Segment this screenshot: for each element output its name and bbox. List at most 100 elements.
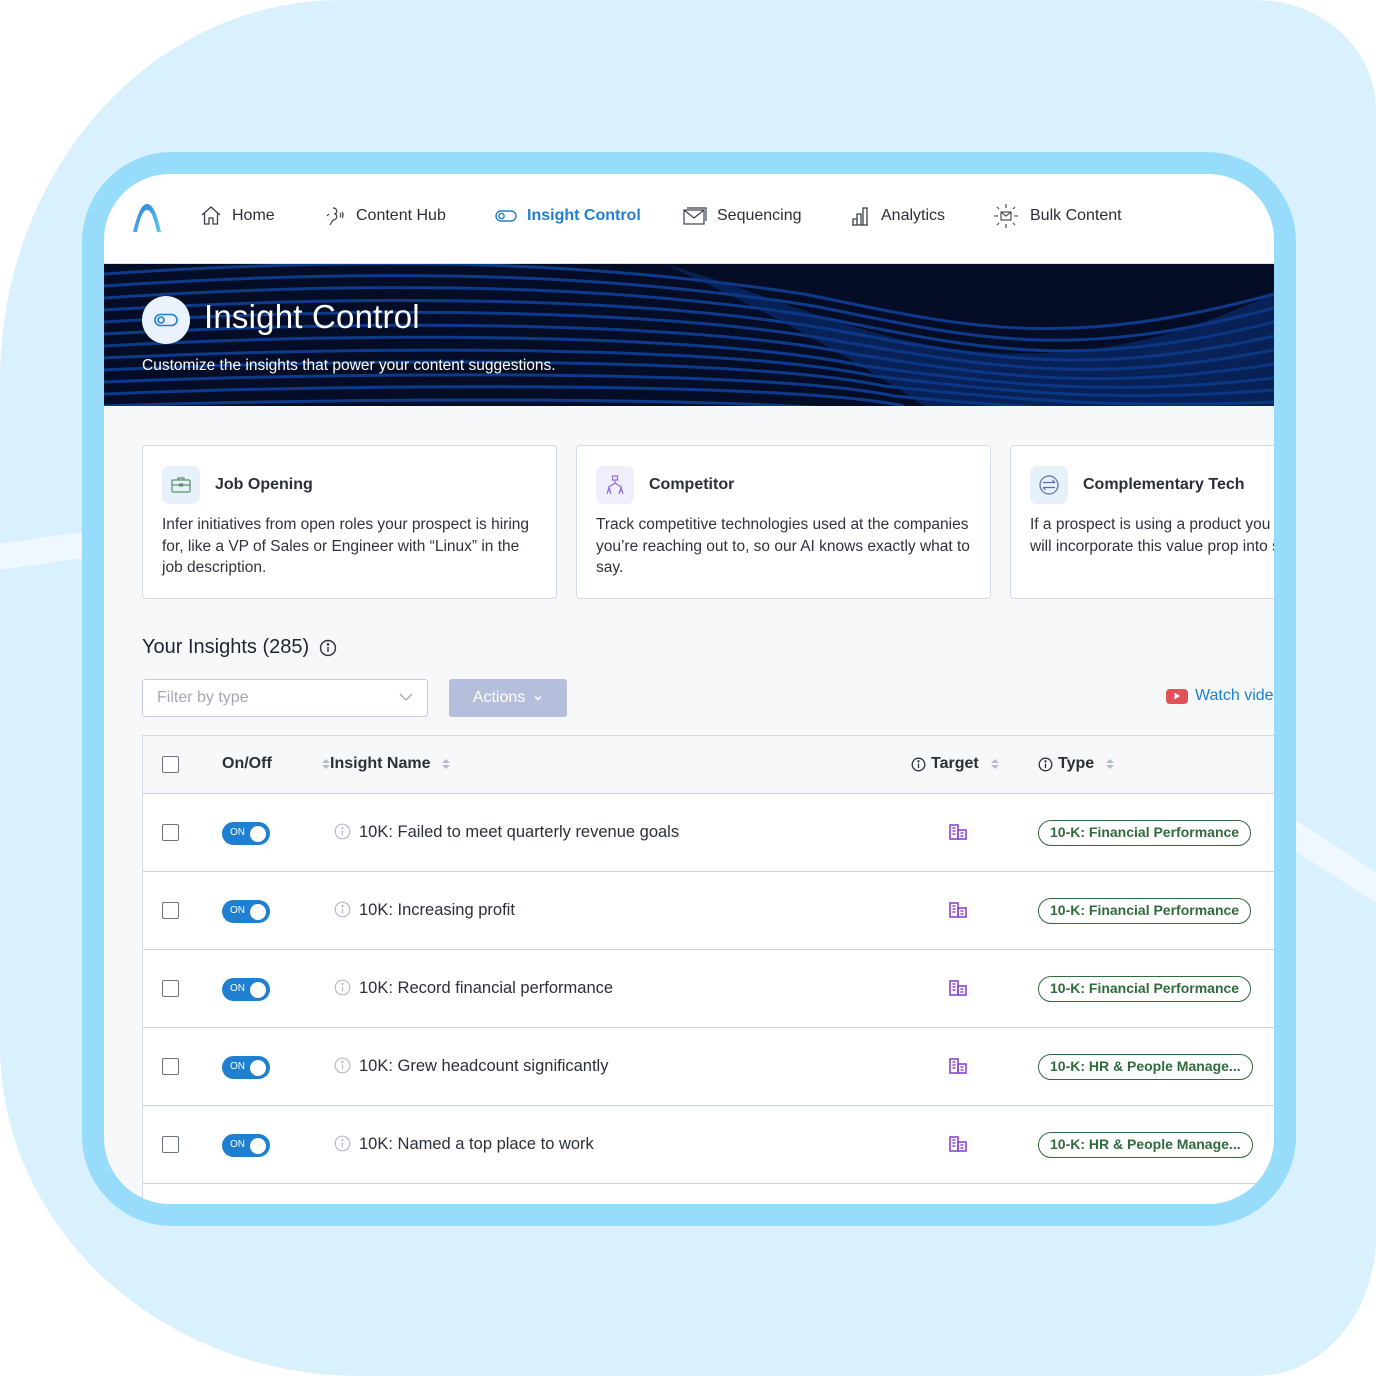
card-title: Complementary Tech (1083, 476, 1245, 493)
sort-icon[interactable] (442, 759, 451, 769)
info-icon[interactable] (334, 823, 351, 840)
toggle-knob (250, 825, 266, 842)
column-header-type[interactable]: Type (1038, 755, 1115, 773)
table-row[interactable]: ON 10K: Record financial performance 10-… (143, 950, 1274, 1028)
insight-on-off-toggle[interactable]: ON (222, 900, 270, 923)
column-header-on-off[interactable]: On/Off (222, 755, 330, 773)
nav-label: Content Hub (356, 207, 446, 224)
info-icon[interactable] (334, 979, 351, 996)
company-building-icon (949, 1136, 967, 1152)
insight-name: 10K: Grew headcount significantly (359, 1057, 609, 1075)
column-label: Insight Name (330, 755, 431, 772)
insights-heading: Your Insights (285) (142, 636, 337, 659)
nav-item-bulk-content[interactable]: Bulk Content (992, 204, 1122, 228)
column-header-target[interactable]: Target (911, 755, 999, 773)
brand-logo[interactable] (130, 200, 164, 234)
bulk-mail-icon (994, 204, 1018, 228)
nav-item-home[interactable]: Home (200, 204, 275, 228)
actions-button[interactable]: Actions (449, 679, 567, 717)
column-header-insight-name[interactable]: Insight Name (330, 755, 451, 773)
banner-icon (142, 296, 190, 344)
toggle-label: ON (230, 827, 245, 838)
insight-on-off-toggle[interactable]: ON (222, 822, 270, 845)
insight-type-badge: 10-K: Financial Performance (1038, 976, 1252, 1002)
info-icon[interactable] (319, 639, 337, 657)
insight-on-off-toggle[interactable]: ON (222, 1056, 270, 1079)
page-subtitle: Customize the insights that power your c… (142, 357, 556, 374)
page-title: Insight Control (204, 298, 420, 335)
insight-on-off-toggle[interactable]: ON (222, 1134, 270, 1157)
info-icon[interactable] (334, 1057, 351, 1074)
insight-name: 10K: Failed to meet quarterly revenue go… (359, 823, 680, 841)
info-icon[interactable] (911, 757, 926, 772)
insights-title: Your Insights (285) (142, 636, 310, 658)
envelope-icon (683, 207, 707, 225)
card-description: If a prospect is using a product you int… (1030, 516, 1274, 555)
card-title: Competitor (649, 476, 735, 493)
nav-label: Insight Control (527, 207, 641, 224)
insight-type-badge: 10-K: HR & People Manage... (1038, 1132, 1253, 1158)
nav-item-analytics[interactable]: Analytics (851, 204, 945, 228)
row-checkbox[interactable] (162, 1136, 179, 1153)
info-icon[interactable] (334, 1135, 351, 1152)
card-icon-bg (1030, 466, 1068, 504)
company-building-icon (949, 824, 967, 840)
insight-category-card-competitor[interactable]: Competitor Track competitive technologie… (576, 445, 991, 599)
sort-icon[interactable] (1106, 759, 1115, 769)
app-screen: Home Content Hub Insight Control Sequenc… (104, 174, 1274, 1204)
info-icon[interactable] (1038, 757, 1053, 772)
toggle-label: ON (230, 1139, 245, 1150)
table-row[interactable]: ON 10K: Increasing profit 10-K: Financia… (143, 872, 1274, 950)
insight-name: 10K: Named a top place to work (359, 1135, 594, 1153)
filter-by-type-select[interactable]: Filter by type (142, 679, 428, 717)
insight-on-off-toggle[interactable]: ON (222, 978, 270, 1001)
table-row[interactable]: ON 10K: Failed to meet quarterly revenue… (143, 794, 1274, 872)
toggle-knob (250, 903, 266, 920)
company-building-icon (949, 980, 967, 996)
actions-label: Actions (472, 689, 526, 706)
info-icon[interactable] (334, 901, 351, 918)
column-label: Target (931, 755, 979, 772)
toggle-knob (250, 1137, 266, 1154)
select-all-checkbox[interactable] (162, 756, 179, 773)
insight-name: 10K: Record financial performance (359, 979, 614, 997)
sort-icon[interactable] (990, 759, 999, 769)
toggle-knob (250, 981, 266, 998)
chevron-down-icon (399, 693, 413, 701)
row-checkbox[interactable] (162, 902, 179, 919)
column-label: On/Off (222, 755, 272, 772)
table-row[interactable]: ON 10K: Grew headcount significantly 10-… (143, 1028, 1274, 1106)
row-checkbox[interactable] (162, 1058, 179, 1075)
nav-item-content-hub[interactable]: Content Hub (324, 204, 446, 228)
card-title: Job Opening (215, 476, 313, 493)
table-row[interactable]: ON 10K: Named a top place to work 10-K: … (143, 1106, 1274, 1184)
insight-category-card-complementary-tech[interactable]: Complementary Tech If a prospect is usin… (1010, 445, 1274, 599)
toggle-icon (495, 210, 517, 222)
nav-item-insight-control[interactable]: Insight Control (495, 204, 641, 228)
sort-icon[interactable] (321, 759, 330, 769)
exchange-icon (1039, 475, 1059, 495)
home-icon (201, 206, 221, 225)
briefcase-icon (171, 477, 191, 493)
column-label: Type (1058, 755, 1095, 772)
insight-type-badge: 10-K: HR & People Manage... (1038, 1054, 1253, 1080)
toggle-icon (154, 313, 178, 327)
toggle-label: ON (230, 905, 245, 916)
row-checkbox[interactable] (162, 824, 179, 841)
insight-category-card-job-opening[interactable]: Job Opening Infer initiatives from open … (142, 445, 557, 599)
insights-table: On/Off Insight Name Target Type ON 10K: … (142, 735, 1274, 1204)
toggle-label: ON (230, 983, 245, 994)
nav-label: Home (232, 207, 275, 224)
nav-label: Analytics (881, 207, 946, 224)
card-icon-bg (596, 466, 634, 504)
page-banner: Insight Control Customize the insights t… (104, 264, 1274, 406)
filter-placeholder: Filter by type (157, 689, 249, 706)
watch-video-link[interactable]: Watch video (1166, 687, 1274, 705)
top-nav: Home Content Hub Insight Control Sequenc… (104, 174, 1274, 264)
insight-type-badge: 10-K: Financial Performance (1038, 820, 1252, 846)
nav-label: Bulk Content (1030, 207, 1122, 224)
chevron-down-icon (534, 695, 542, 701)
row-checkbox[interactable] (162, 980, 179, 997)
company-building-icon (949, 1058, 967, 1074)
nav-item-sequencing[interactable]: Sequencing (683, 204, 802, 228)
